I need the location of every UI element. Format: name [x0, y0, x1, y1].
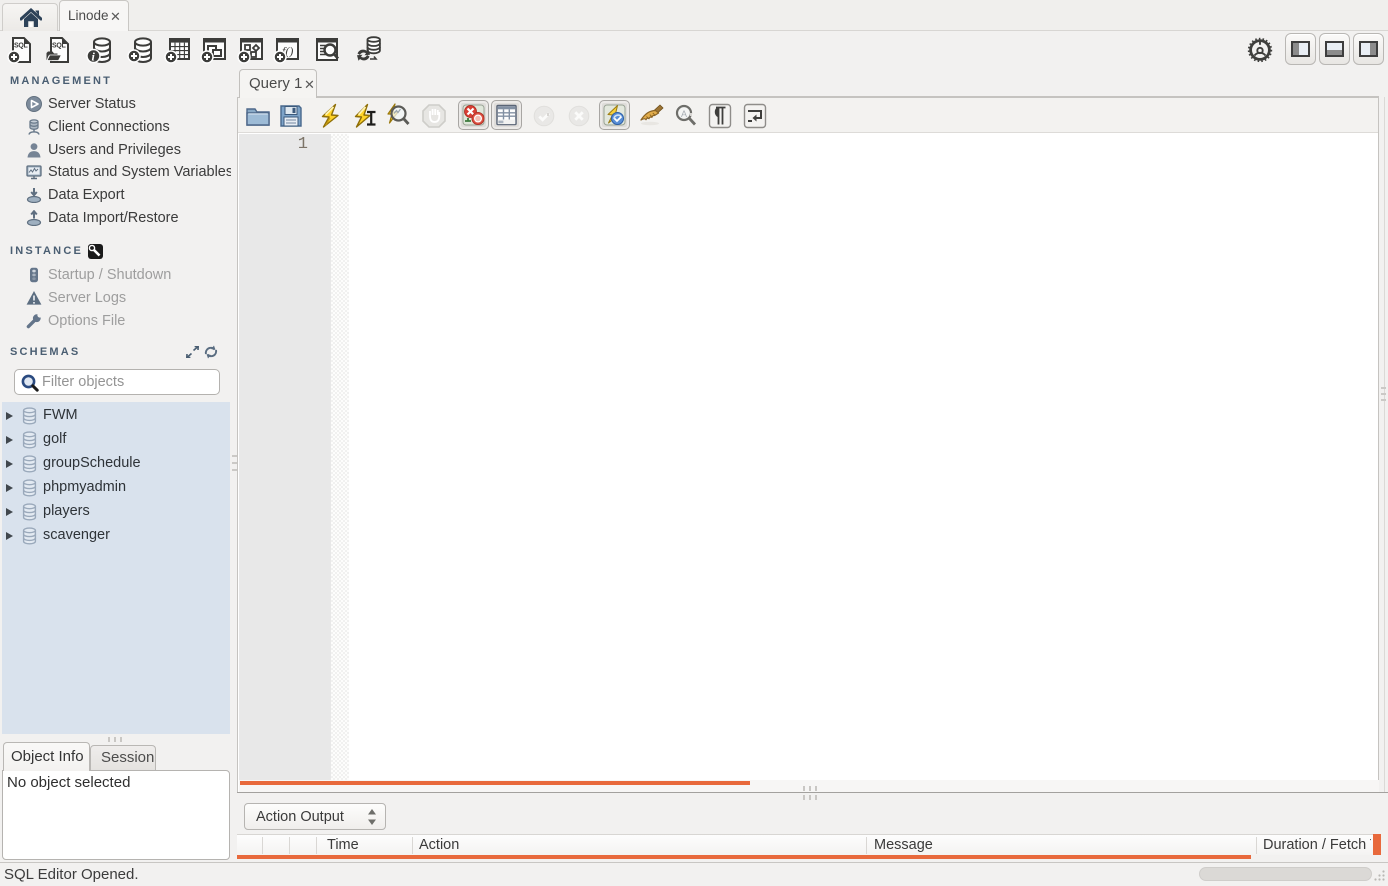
svg-text:SQL: SQL: [52, 43, 67, 50]
svg-text:SQL: SQL: [14, 43, 29, 50]
svg-text:A: A: [681, 109, 687, 119]
